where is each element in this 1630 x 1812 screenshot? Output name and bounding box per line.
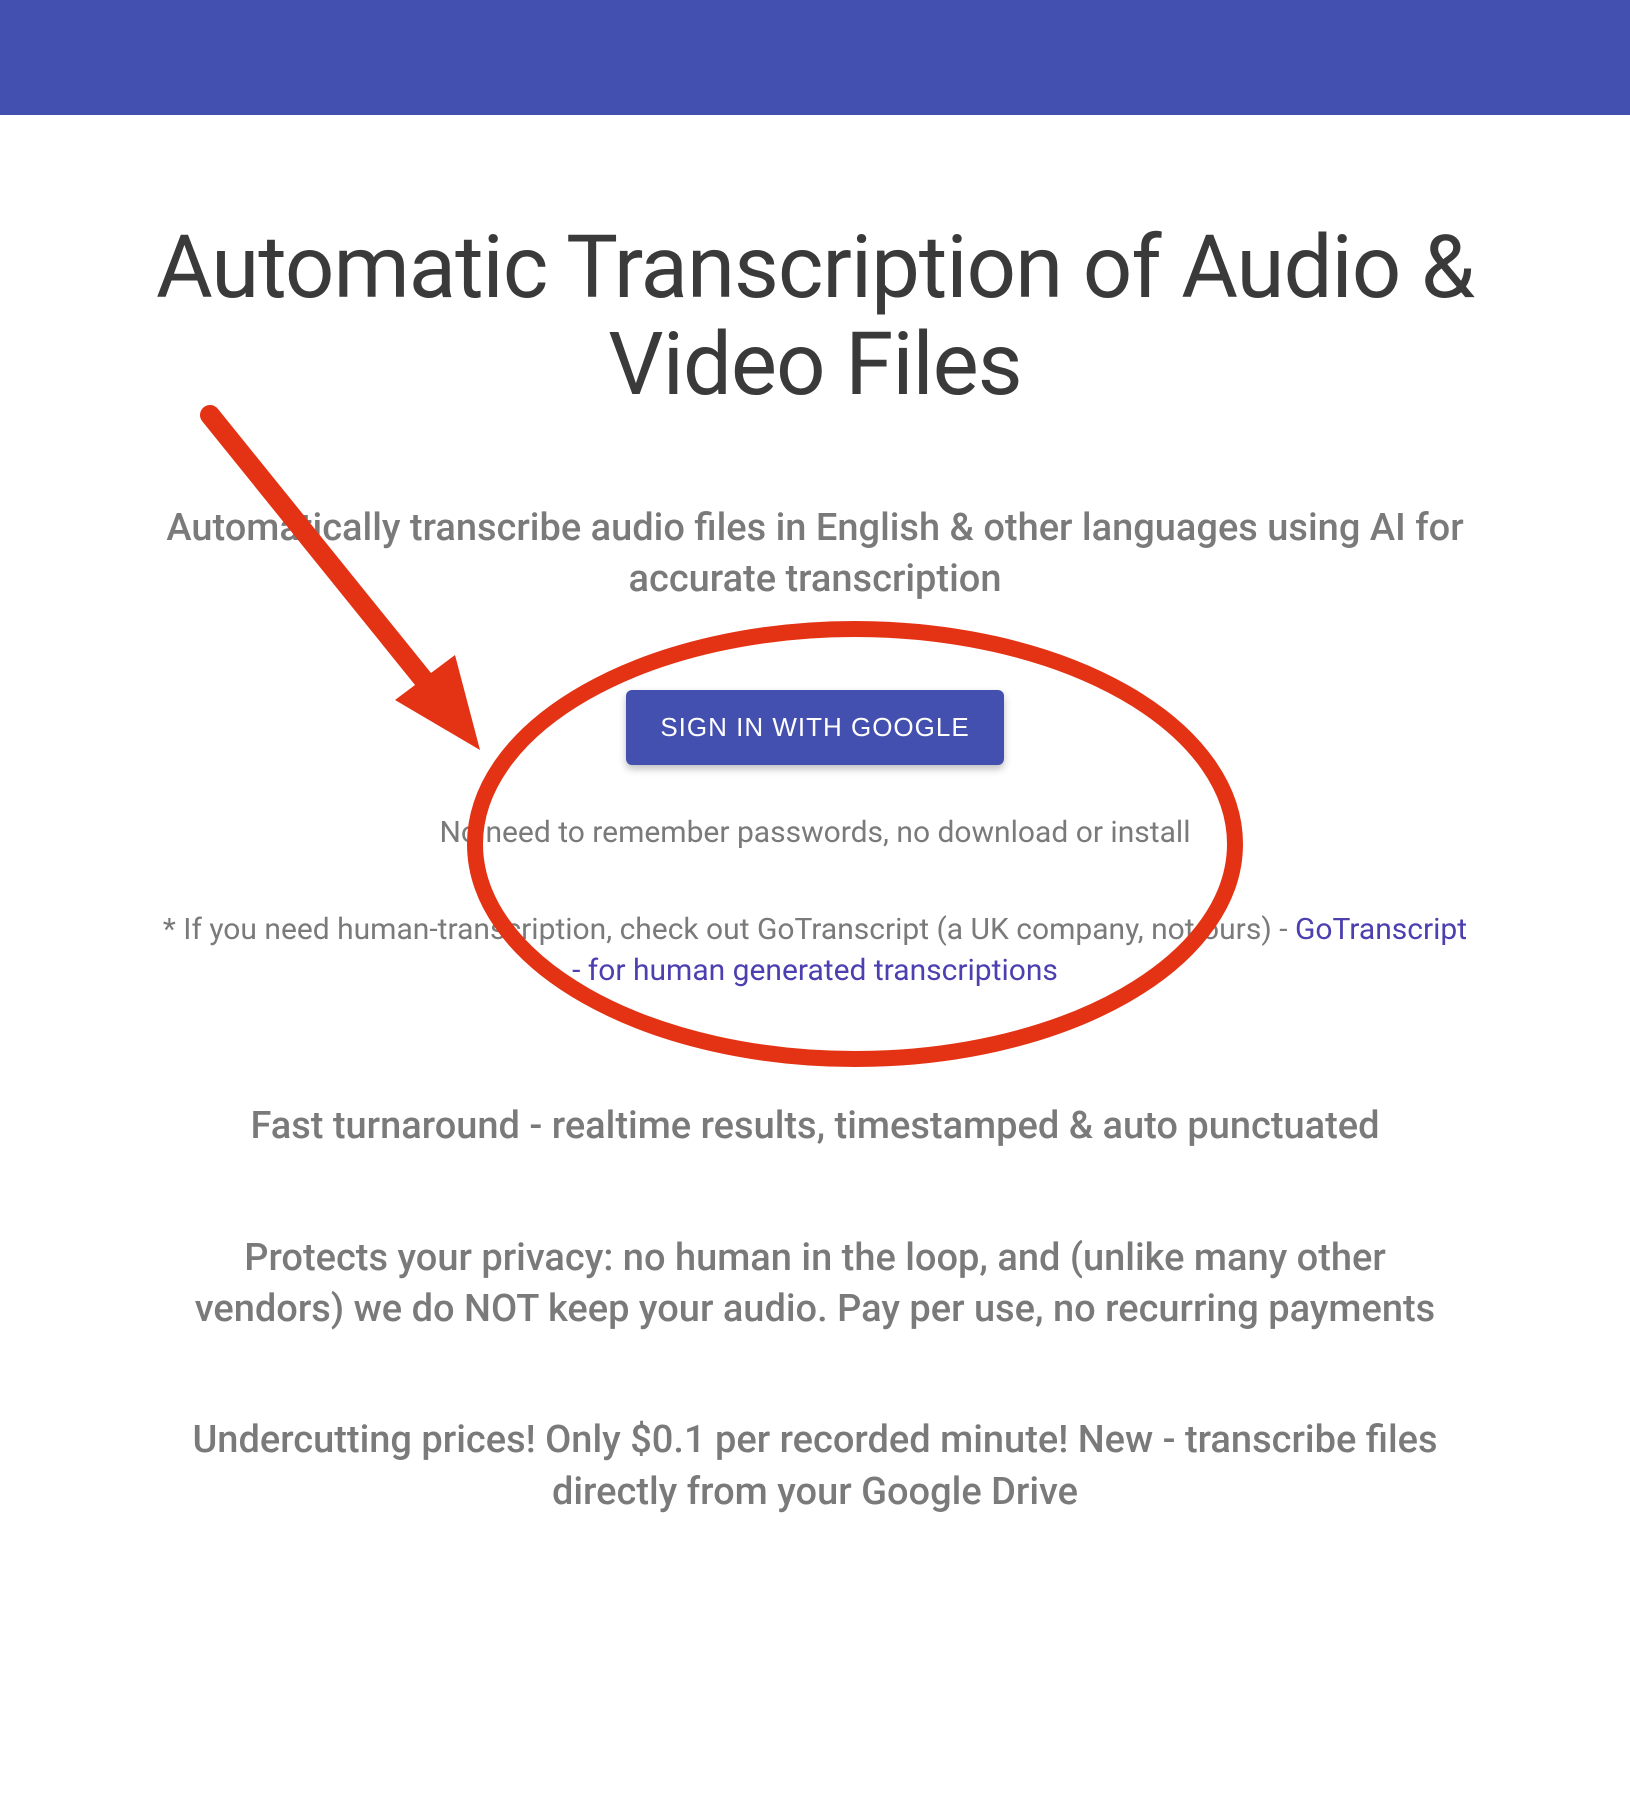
page-title: Automatic Transcription of Audio & Video… bbox=[120, 220, 1510, 415]
feature-turnaround: Fast turnaround - realtime results, time… bbox=[120, 1101, 1510, 1152]
header-bar bbox=[0, 0, 1630, 115]
human-transcript-prefix: * If you need human-transcription, check… bbox=[163, 912, 1295, 947]
main-content: Automatic Transcription of Audio & Video… bbox=[0, 115, 1630, 1518]
no-password-note: No need to remember passwords, no downlo… bbox=[120, 815, 1510, 850]
signin-google-button[interactable]: SIGN IN WITH GOOGLE bbox=[626, 690, 1003, 765]
human-transcript-note: * If you need human-transcription, check… bbox=[120, 910, 1510, 991]
feature-privacy: Protects your privacy: no human in the l… bbox=[120, 1233, 1510, 1336]
feature-pricing: Undercutting prices! Only $0.1 per recor… bbox=[120, 1415, 1510, 1518]
subtitle: Automatically transcribe audio files in … bbox=[120, 503, 1510, 606]
